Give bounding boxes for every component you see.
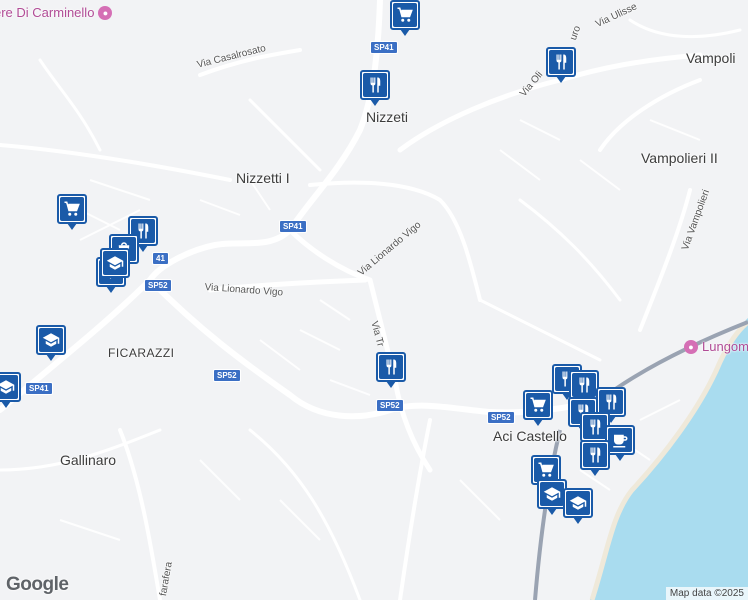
place-label-nizzeti: Nizzeti — [366, 109, 409, 125]
restaurant-icon — [379, 355, 403, 379]
poi-label: Lungom — [702, 339, 748, 354]
map-marker-restaurant[interactable] — [580, 440, 610, 476]
restaurant-icon — [583, 415, 607, 439]
road-shield-sp52: SP52 — [487, 411, 515, 424]
google-logo: Google — [6, 574, 69, 595]
poi-label: ere Di Carminello — [0, 5, 95, 20]
poi-lungomare[interactable]: ● Lungom — [684, 339, 748, 354]
map-marker-shopping-cart[interactable] — [57, 194, 87, 230]
map-marker-school[interactable] — [0, 372, 21, 408]
map-marker-school[interactable] — [563, 488, 593, 524]
restaurant-icon — [549, 50, 573, 74]
school-icon — [103, 251, 127, 275]
school-icon — [566, 491, 590, 515]
restaurant-icon — [599, 390, 623, 414]
school-icon — [0, 375, 18, 399]
school-icon — [39, 328, 63, 352]
road-shield-sp52: SP52 — [376, 399, 404, 412]
map-marker-restaurant[interactable] — [569, 370, 599, 406]
map-marker-school[interactable] — [100, 248, 130, 284]
place-label-nizzetti-i: Nizzetti I — [236, 170, 290, 186]
school-icon — [540, 482, 564, 506]
place-label-vampolieri-ii: Vampolieri II — [641, 150, 718, 166]
map-attribution[interactable]: Map data ©2025 — [665, 587, 748, 600]
road-shield-sp52: SP52 — [213, 369, 241, 382]
shopping-cart-icon — [60, 197, 84, 221]
restaurant-icon — [572, 373, 596, 397]
restaurant-icon — [363, 73, 387, 97]
road-shield-sp41: 41 — [152, 252, 169, 265]
place-label-ficarazzi: FICARAZZI — [108, 346, 175, 360]
restaurant-icon — [583, 443, 607, 467]
shopping-cart-icon — [393, 3, 417, 27]
map-marker-shopping-cart[interactable] — [523, 390, 553, 426]
place-label-vampolieri: Vampoli — [686, 50, 736, 66]
road-shield-sp52: SP52 — [144, 279, 172, 292]
sea — [590, 318, 748, 600]
map-marker-school[interactable] — [36, 325, 66, 361]
poi-carminello[interactable]: ere Di Carminello ● — [0, 5, 113, 20]
map-marker-restaurant[interactable] — [546, 47, 576, 83]
shopping-cart-icon — [526, 393, 550, 417]
road-shield-sp41: SP41 — [279, 220, 307, 233]
cafe-icon — [608, 428, 632, 452]
map-marker-restaurant[interactable] — [360, 70, 390, 106]
road-shield-sp41: SP41 — [25, 382, 53, 395]
map-marker-shopping-cart[interactable] — [390, 0, 420, 36]
road-shield-sp41: SP41 — [370, 41, 398, 54]
place-label-gallinaro: Gallinaro — [60, 452, 117, 468]
camera-icon: ● — [684, 339, 698, 354]
map-marker-restaurant[interactable] — [376, 352, 406, 388]
place-label-aci-castello: Aci Castello — [493, 428, 567, 444]
camera-icon: ● — [98, 5, 113, 20]
